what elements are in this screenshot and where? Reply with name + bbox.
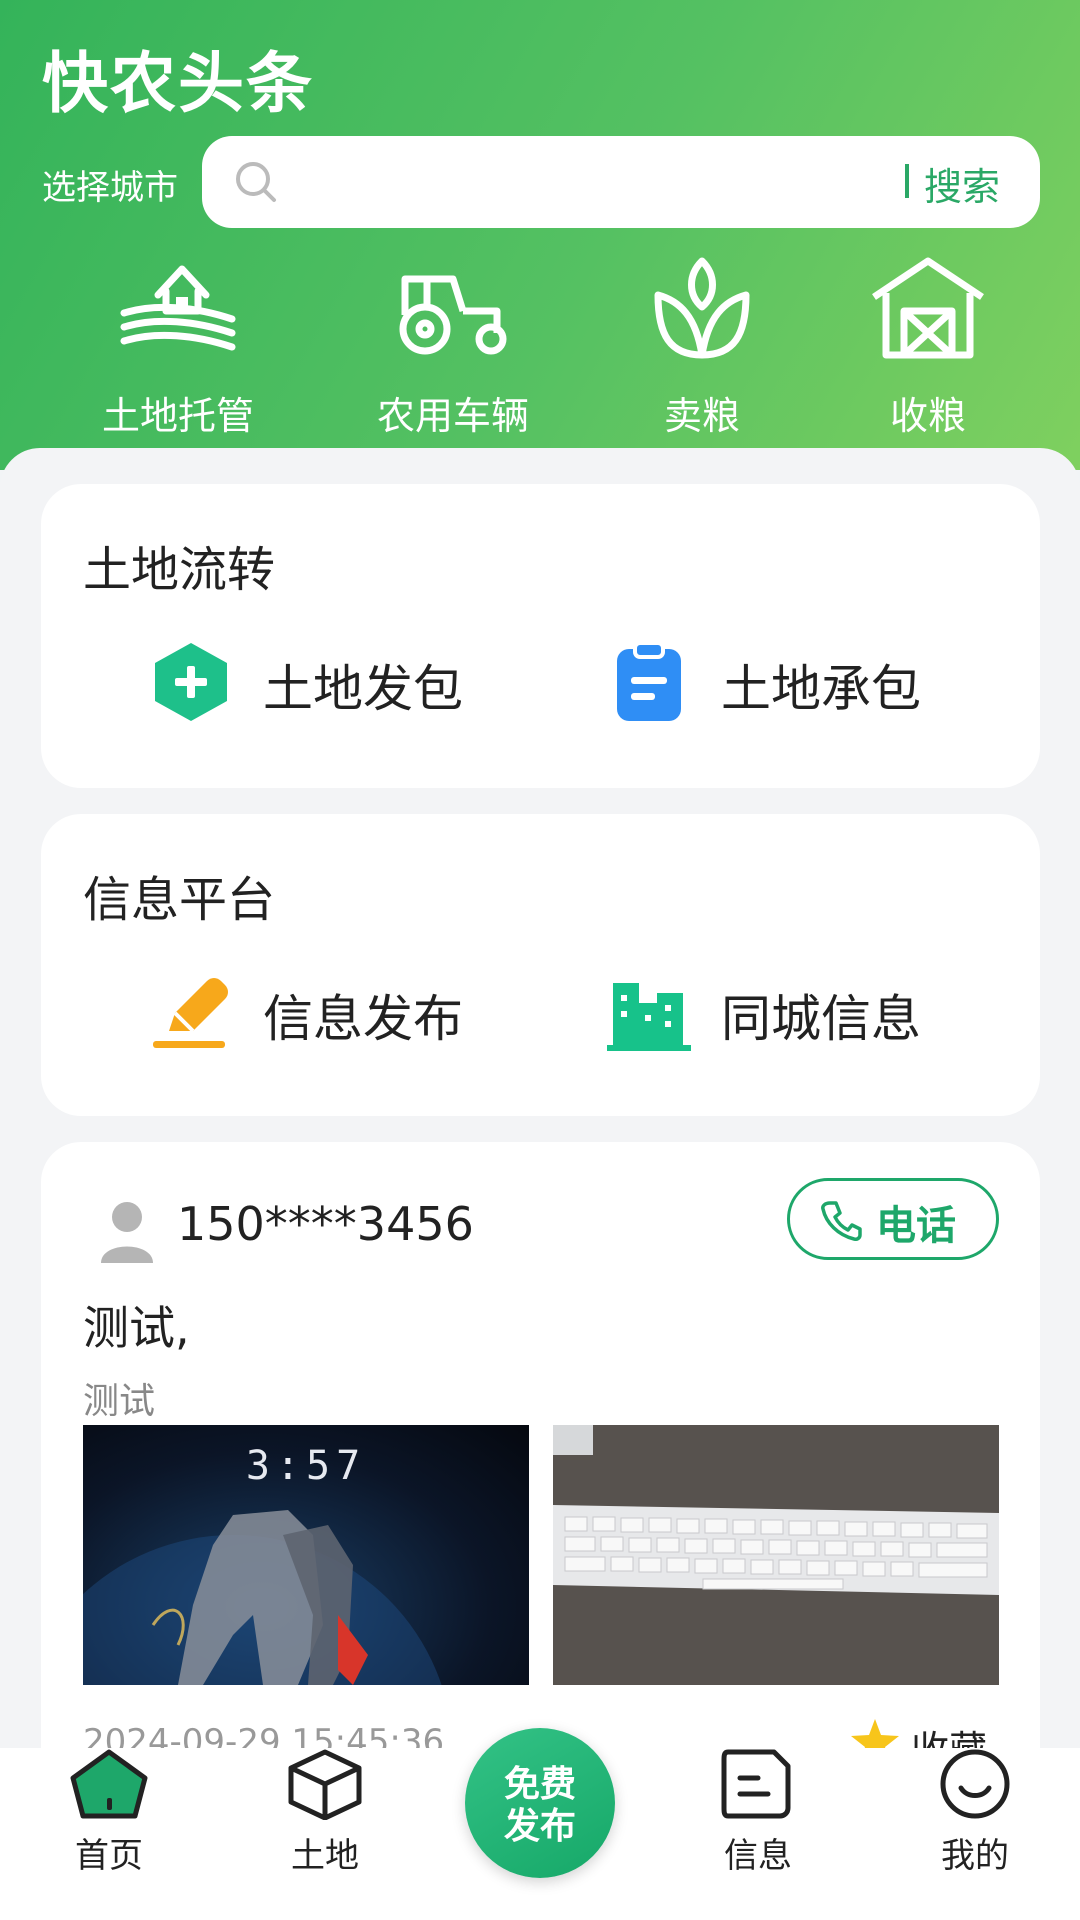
post-title: 测试,: [83, 1301, 190, 1355]
keyboard-photo: [553, 1425, 999, 1685]
plus-hexagon-icon: [155, 643, 227, 721]
city-select[interactable]: 选择城市: [42, 160, 178, 209]
nav-label: 信息: [724, 1836, 792, 1876]
action-label: 土地发包: [263, 660, 463, 718]
category-label: 收粮: [889, 394, 966, 438]
land-management-icon: [120, 265, 236, 351]
grain-icon: [654, 257, 750, 359]
nav-label: 首页: [75, 1836, 143, 1876]
category-label: 卖粮: [663, 394, 740, 438]
publish-label: 免费 发布: [465, 1764, 615, 1848]
smile-icon: [940, 1749, 1010, 1819]
clipboard-icon: [617, 641, 681, 721]
land-transfer-card: 土地流转 土地发包 土地承包: [41, 484, 1040, 788]
nav-label: 我的: [941, 1836, 1009, 1876]
post-photo[interactable]: [553, 1425, 999, 1685]
nav-land[interactable]: 土地: [240, 1748, 410, 1877]
app-title: 快农头条: [42, 45, 314, 122]
action-label: 信息发布: [263, 990, 463, 1048]
search-input[interactable]: 搜索: [202, 136, 1040, 228]
avatar: [101, 1202, 153, 1263]
pencil-icon: [153, 978, 228, 1048]
search-icon: [236, 162, 276, 202]
publish-label-line1: 免费: [503, 1764, 576, 1805]
category-buy-grain[interactable]: 收粮: [808, 255, 1048, 440]
home-icon: [70, 1749, 148, 1819]
cube-icon: [288, 1749, 362, 1820]
action-label: 同城信息: [721, 990, 921, 1048]
city-buildings-icon: [607, 983, 691, 1051]
message-icon: [721, 1749, 791, 1819]
category-land-management[interactable]: 土地托管: [58, 255, 298, 440]
search-button[interactable]: 搜索: [924, 156, 1000, 211]
free-publish-button[interactable]: 免费 发布: [465, 1728, 615, 1878]
category-label: 土地托管: [101, 394, 254, 438]
poster-phone: 150****3456: [177, 1197, 474, 1251]
call-button[interactable]: 电话: [787, 1178, 999, 1260]
card-title: 信息平台: [83, 872, 276, 928]
nav-profile[interactable]: 我的: [890, 1748, 1060, 1877]
category-sell-grain[interactable]: 卖粮: [582, 255, 822, 440]
card-title: 土地流转: [83, 542, 276, 598]
category-farm-vehicles[interactable]: 农用车辆: [333, 255, 573, 440]
nav-label: 土地: [291, 1836, 359, 1876]
barn-icon: [872, 257, 984, 359]
nav-messages[interactable]: 信息: [673, 1748, 843, 1877]
nav-home[interactable]: 首页: [24, 1748, 194, 1877]
phone-icon: [821, 1201, 862, 1241]
call-label: 电话: [876, 1203, 956, 1249]
action-label: 土地承包: [721, 660, 921, 718]
header: 快农头条 选择城市 搜索 土地托管 农用车辆 卖粮 收粮: [0, 0, 1080, 470]
lockscreen-clock: 3:57: [245, 1443, 367, 1489]
post-description: 测试: [83, 1381, 156, 1422]
info-platform-card: 信息平台 信息发布 同城信息: [41, 814, 1040, 1116]
publish-label-line2: 发布: [503, 1806, 576, 1847]
post-photo[interactable]: 3:57: [83, 1425, 529, 1685]
category-label: 农用车辆: [376, 394, 529, 438]
tractor-icon: [399, 275, 507, 355]
search-divider: [905, 164, 909, 198]
